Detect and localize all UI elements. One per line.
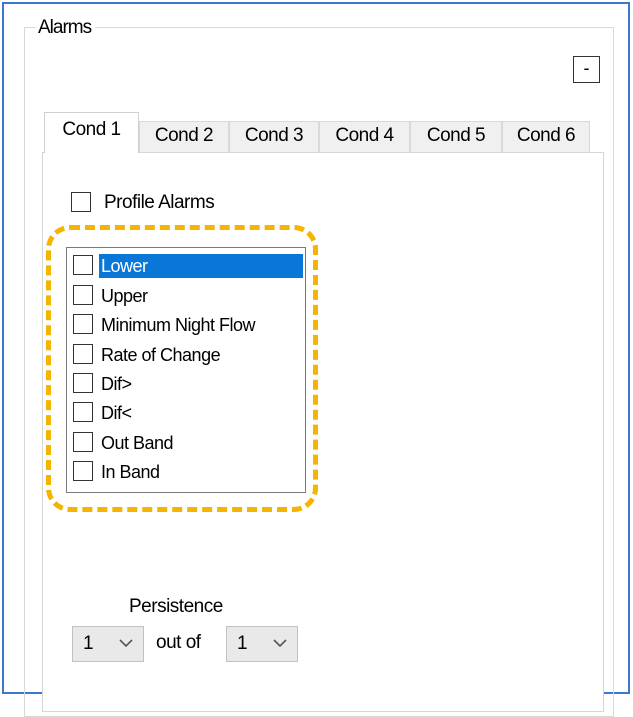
alarm-list-item-in-band[interactable]: In Band [69,456,303,486]
persistence-count-select[interactable]: 1 [72,626,144,662]
alarm-upper-checkbox[interactable] [73,285,93,305]
profile-alarms-label: Profile Alarms [104,192,215,213]
alarm-item-label: Dif> [101,374,132,394]
out-of-label: out of [156,632,201,653]
alarm-type-listbox[interactable]: Lower Upper Minimum Night Flow Rate of C… [66,247,306,493]
profile-alarms-checkbox[interactable] [71,192,91,212]
alarm-list-item-dif-less[interactable]: Dif< [69,397,303,427]
alarm-item-label: Upper [101,286,148,306]
alarms-group-title: Alarms [36,17,96,39]
alarm-item-label: Rate of Change [101,345,221,365]
tab-cond-3[interactable]: Cond 3 [229,121,319,152]
alarm-minimum-night-flow-checkbox[interactable] [73,314,93,334]
alarm-item-label: Dif< [101,403,132,423]
alarm-item-label: Out Band [101,433,174,453]
alarm-in-band-checkbox[interactable] [73,461,93,481]
collapse-button[interactable]: - [573,56,600,83]
alarm-item-label: In Band [101,462,160,482]
alarm-list-item-dif-greater[interactable]: Dif> [69,368,303,398]
persistence-label: Persistence [129,596,223,617]
alarm-dif-greater-checkbox[interactable] [73,373,93,393]
alarm-item-label: Minimum Night Flow [101,315,256,335]
alarm-list-item-out-band[interactable]: Out Band [69,427,303,457]
tab-cond-1[interactable]: Cond 1 [44,112,139,153]
tab-cond-4[interactable]: Cond 4 [319,121,410,152]
alarm-dif-less-checkbox[interactable] [73,402,93,422]
alarm-list-item-upper[interactable]: Upper [69,280,303,310]
tab-cond-2[interactable]: Cond 2 [139,121,229,152]
persistence-total-select[interactable]: 1 [226,626,298,662]
tab-cond-6[interactable]: Cond 6 [502,121,590,152]
persistence-total-value: 1 [237,633,248,654]
chevron-down-icon [119,639,133,648]
alarm-lower-checkbox[interactable] [73,255,93,275]
tab-cond-5[interactable]: Cond 5 [410,121,502,152]
persistence-count-value: 1 [83,633,94,654]
alarm-out-band-checkbox[interactable] [73,432,93,452]
alarm-rate-of-change-checkbox[interactable] [73,344,93,364]
chevron-down-icon [273,639,287,648]
alarm-item-label: Lower [99,254,303,278]
alarm-list-item-rate-of-change[interactable]: Rate of Change [69,339,303,369]
alarm-list-item-lower[interactable]: Lower [69,250,303,280]
alarm-list-item-minimum-night-flow[interactable]: Minimum Night Flow [69,309,303,339]
